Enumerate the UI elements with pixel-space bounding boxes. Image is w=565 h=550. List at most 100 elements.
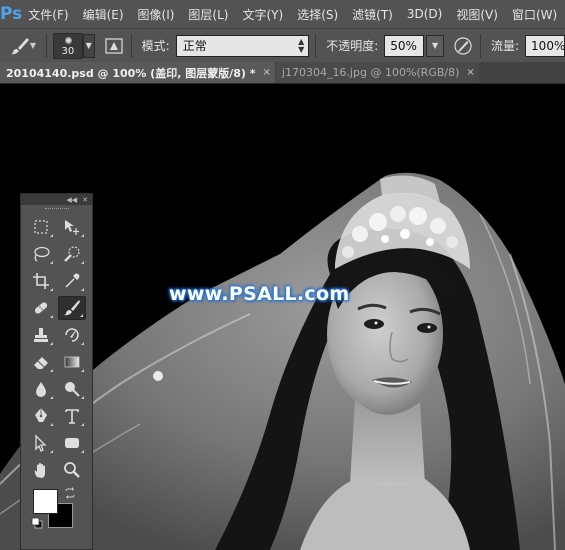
tool-row: [21, 457, 92, 483]
tool-eyedropper[interactable]: [58, 269, 86, 293]
tool-healing-brush[interactable]: [27, 296, 55, 320]
healing-brush-icon: [34, 302, 47, 314]
crop-icon: [32, 273, 49, 289]
opacity-slider-dropdown[interactable]: ▼: [426, 34, 445, 57]
tool-zoom[interactable]: [58, 458, 86, 482]
app-logo: Ps: [0, 4, 23, 24]
move-icon: [65, 220, 80, 235]
flow-label: 流量:: [491, 39, 520, 53]
history-brush-icon: [65, 328, 79, 342]
close-icon[interactable]: ×: [466, 67, 474, 78]
eraser-icon: [33, 357, 48, 369]
tab-document-psd[interactable]: 20104140.psd @ 100% (盖印, 图层蒙版/8) * ×: [0, 62, 275, 83]
menu-type[interactable]: 文字(Y): [242, 6, 283, 23]
path-select-icon: [35, 434, 47, 452]
tool-row: [21, 214, 92, 240]
menu-image[interactable]: 图像(I): [138, 6, 175, 23]
tool-row: [21, 430, 92, 456]
menu-bar: Ps 文件(F) 编辑(E) 图像(I) 图层(L) 文字(Y) 选择(S) 滤…: [0, 0, 565, 28]
color-swatches: [21, 487, 92, 539]
tool-rect-marquee[interactable]: [27, 215, 55, 239]
tool-row: [21, 376, 92, 402]
brush-panel-icon: [105, 37, 123, 54]
tool-shape[interactable]: [58, 431, 86, 455]
blend-mode-select[interactable]: 正常 ▲ ▼: [175, 34, 310, 57]
tool-preset-picker[interactable]: ▼: [6, 34, 40, 58]
tool-history-brush[interactable]: [58, 323, 86, 347]
options-bar: ▼ 30 ▼ 模式: 正常 ▲ ▼ 不透明度: 50% ▼ 流量: 100%: [0, 28, 565, 62]
tool-hand[interactable]: [27, 458, 55, 482]
opacity-label: 不透明度:: [326, 39, 379, 53]
tool-path-select[interactable]: [27, 431, 55, 455]
tool-row: [21, 322, 92, 348]
tab-document-jpg[interactable]: j170304_16.jpg @ 100%(RGB/8) ×: [275, 62, 479, 83]
lasso-icon: [34, 246, 50, 262]
menu-edit[interactable]: 编辑(E): [83, 6, 124, 23]
tool-quick-select[interactable]: [58, 242, 86, 266]
brush-tip-icon: [64, 36, 72, 44]
clone-stamp-icon: [33, 328, 48, 342]
foreground-color-swatch[interactable]: [33, 489, 58, 514]
chevron-down-icon: ▼: [29, 41, 37, 50]
mode-label: 模式:: [141, 39, 170, 53]
tab-label: j170304_16.jpg @ 100%(RGB/8): [281, 66, 460, 79]
close-icon[interactable]: ×: [263, 67, 271, 78]
updown-arrows-icon: ▲ ▼: [298, 36, 305, 54]
menu-filter[interactable]: 滤镜(T): [352, 6, 393, 23]
brush-size-value: 30: [61, 45, 75, 57]
tool-move[interactable]: [58, 215, 86, 239]
divider: [480, 33, 481, 58]
tool-eraser[interactable]: [27, 350, 55, 374]
menu-layer[interactable]: 图层(L): [188, 6, 228, 23]
eyedropper-icon: [65, 273, 80, 288]
chevron-down-icon: ▼: [85, 41, 92, 50]
default-colors-icon[interactable]: [31, 517, 43, 529]
tool-gradient[interactable]: [58, 350, 86, 374]
brush-panel-toggle[interactable]: [103, 35, 125, 57]
pressure-opacity-toggle[interactable]: [452, 35, 474, 57]
blend-mode-value: 正常: [182, 39, 207, 53]
tool-row: [21, 295, 92, 321]
tool-type[interactable]: [58, 404, 86, 428]
brush-icon: [64, 300, 81, 316]
close-icon[interactable]: ✕: [82, 196, 88, 204]
tool-blur[interactable]: [27, 377, 55, 401]
tool-dodge[interactable]: [58, 377, 86, 401]
tool-row: [21, 349, 92, 375]
divider: [315, 33, 317, 58]
collapse-icon[interactable]: ◀◀: [66, 196, 77, 204]
pressure-opacity-icon: [454, 36, 472, 55]
document-tab-bar: 20104140.psd @ 100% (盖印, 图层蒙版/8) * × j17…: [0, 62, 565, 84]
opacity-input[interactable]: 50%: [384, 34, 425, 57]
tool-pen[interactable]: [27, 404, 55, 428]
tool-clone-stamp[interactable]: [27, 323, 55, 347]
brush-picker-dropdown[interactable]: ▼: [82, 33, 95, 58]
tools-panel-header[interactable]: ◀◀ ✕: [21, 194, 92, 205]
hand-icon: [34, 463, 45, 478]
gradient-icon: [64, 356, 80, 368]
zoom-icon: [64, 462, 81, 478]
type-icon: [65, 409, 80, 424]
tool-brush[interactable]: [58, 296, 87, 320]
tool-row: [21, 403, 92, 429]
pen-icon: [34, 408, 47, 422]
dodge-icon: [65, 382, 80, 397]
tool-crop[interactable]: [27, 269, 55, 293]
tab-label: 20104140.psd @ 100% (盖印, 图层蒙版/8) *: [6, 66, 256, 80]
blur-icon: [35, 382, 46, 397]
tools-panel: ◀◀ ✕: [20, 193, 93, 550]
menu-window[interactable]: 窗口(W): [512, 6, 557, 23]
menu-view[interactable]: 视图(V): [456, 6, 498, 23]
tool-row: [21, 241, 92, 267]
panel-grip[interactable]: [21, 205, 92, 213]
menu-file[interactable]: 文件(F): [28, 6, 68, 23]
swap-colors-icon[interactable]: [64, 487, 76, 499]
tool-lasso[interactable]: [27, 242, 55, 266]
brush-size-picker[interactable]: 30: [52, 32, 83, 59]
tool-row: [21, 268, 92, 294]
flow-input[interactable]: 100%: [525, 34, 565, 57]
divider: [45, 33, 47, 58]
watermark-text: www.PSALL.com: [169, 283, 350, 305]
menu-3d[interactable]: 3D(D): [407, 7, 442, 21]
menu-select[interactable]: 选择(S): [297, 6, 338, 23]
